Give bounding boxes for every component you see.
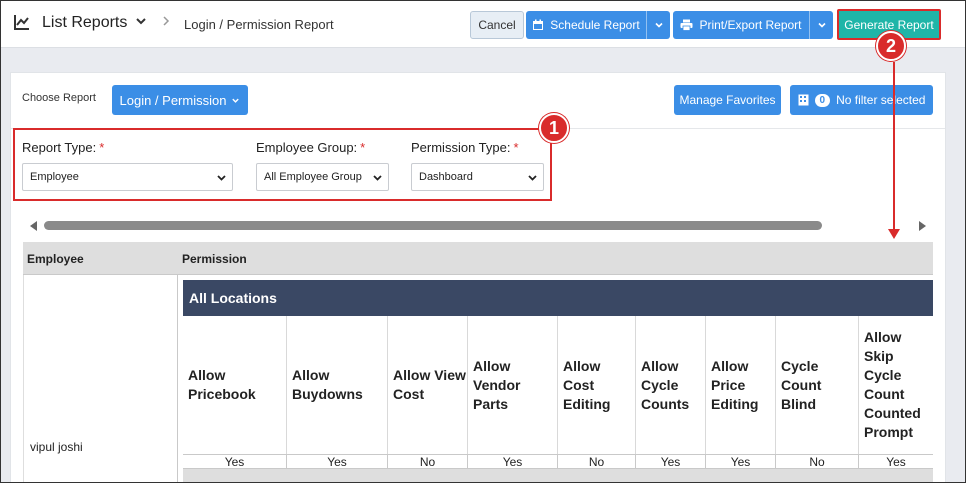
permission-value: Yes bbox=[636, 455, 706, 469]
print-export-button[interactable]: Print/Export Report bbox=[673, 11, 833, 39]
chevron-down-icon bbox=[232, 98, 240, 103]
chevron-down-icon bbox=[817, 22, 826, 28]
filter-status-text: No filter selected bbox=[836, 93, 926, 107]
column-header-employee: Employee bbox=[27, 252, 84, 266]
schedule-report-button[interactable]: Schedule Report bbox=[526, 11, 670, 39]
filter-icon bbox=[798, 94, 809, 106]
arrow-head-icon bbox=[888, 229, 900, 239]
required-mark: * bbox=[360, 140, 366, 155]
calendar-icon bbox=[533, 19, 544, 30]
permission-label: Allow Cost Editing bbox=[558, 316, 636, 454]
permission-value: No bbox=[388, 455, 468, 469]
annotation-marker-2: 2 bbox=[876, 31, 906, 61]
scroll-left-icon[interactable] bbox=[30, 221, 38, 231]
chevron-down-icon bbox=[373, 175, 382, 181]
filter-button[interactable]: 0 No filter selected bbox=[790, 85, 933, 115]
employee-group-select[interactable]: All Employee Group bbox=[256, 163, 389, 191]
chevron-down-icon bbox=[654, 22, 663, 28]
next-row-placeholder bbox=[183, 469, 933, 483]
permission-label: Allow Pricebook bbox=[183, 316, 287, 454]
permission-value: Yes bbox=[468, 455, 558, 469]
line-chart-icon bbox=[14, 15, 29, 30]
report-selector-label: Login / Permission bbox=[119, 92, 227, 108]
employee-group-value: All Employee Group bbox=[264, 171, 362, 183]
filter-count-badge: 0 bbox=[814, 93, 831, 107]
permission-value: Yes bbox=[287, 455, 388, 469]
permission-label: Allow View Cost bbox=[388, 316, 468, 454]
chevron-down-icon[interactable] bbox=[134, 14, 148, 28]
cancel-button[interactable]: Cancel bbox=[470, 11, 524, 39]
table-header: Employee Permission bbox=[23, 242, 933, 275]
choose-report-label: Choose Report bbox=[22, 92, 96, 104]
annotation-marker-1: 1 bbox=[539, 113, 569, 143]
permission-label: Allow Buydowns bbox=[287, 316, 388, 454]
permission-type-value: Dashboard bbox=[419, 171, 473, 183]
chevron-down-icon bbox=[528, 175, 537, 181]
report-type-select[interactable]: Employee bbox=[22, 163, 233, 191]
permission-value: No bbox=[776, 455, 859, 469]
horizontal-scrollbar-thumb[interactable] bbox=[44, 221, 822, 230]
permission-value: Yes bbox=[706, 455, 776, 469]
scroll-right-icon[interactable] bbox=[918, 221, 926, 231]
page-title[interactable]: List Reports bbox=[42, 14, 127, 32]
permission-type-label-text: Permission Type: bbox=[411, 140, 511, 155]
permission-header-row: Allow Pricebook Allow Buydowns Allow Vie… bbox=[183, 316, 933, 454]
report-type-label-text: Report Type: bbox=[22, 140, 97, 155]
permission-values-row: Yes Yes No Yes No Yes Yes No Yes bbox=[183, 454, 933, 469]
schedule-report-label: Schedule Report bbox=[550, 18, 640, 32]
print-dropdown-toggle[interactable] bbox=[809, 11, 833, 39]
column-header-permission: Permission bbox=[182, 252, 247, 266]
chevron-right-icon bbox=[163, 16, 170, 26]
report-type-label: Report Type: * bbox=[22, 140, 104, 155]
permission-label: Allow Skip Cycle Count Counted Prompt bbox=[864, 329, 921, 440]
report-selector-button[interactable]: Login / Permission bbox=[112, 85, 248, 115]
location-header: All Locations bbox=[183, 280, 933, 316]
permission-label: Allow Price Editing bbox=[706, 316, 776, 454]
required-mark: * bbox=[513, 140, 519, 155]
report-type-value: Employee bbox=[30, 171, 79, 183]
manage-favorites-button[interactable]: Manage Favorites bbox=[674, 85, 781, 115]
permission-type-label: Permission Type: * bbox=[411, 140, 519, 155]
permission-type-select[interactable]: Dashboard bbox=[411, 163, 544, 191]
breadcrumb: Login / Permission Report bbox=[184, 17, 334, 32]
schedule-dropdown-toggle[interactable] bbox=[646, 11, 670, 39]
annotation-arrow bbox=[893, 62, 895, 230]
permission-label: Allow Cycle Counts bbox=[636, 316, 706, 454]
permission-value: Yes bbox=[183, 455, 287, 469]
employee-group-label: Employee Group: * bbox=[256, 140, 365, 155]
permission-label: Cycle Count Blind bbox=[776, 316, 859, 454]
print-icon bbox=[680, 19, 693, 31]
employee-name: vipul joshi bbox=[30, 440, 83, 454]
print-export-label: Print/Export Report bbox=[699, 18, 802, 32]
permission-label: Allow Vendor Parts bbox=[468, 316, 558, 454]
employee-group-label-text: Employee Group: bbox=[256, 140, 358, 155]
permission-value: Yes bbox=[886, 455, 906, 469]
chevron-down-icon bbox=[217, 175, 226, 181]
permission-value: No bbox=[558, 455, 636, 469]
required-mark: * bbox=[99, 140, 105, 155]
